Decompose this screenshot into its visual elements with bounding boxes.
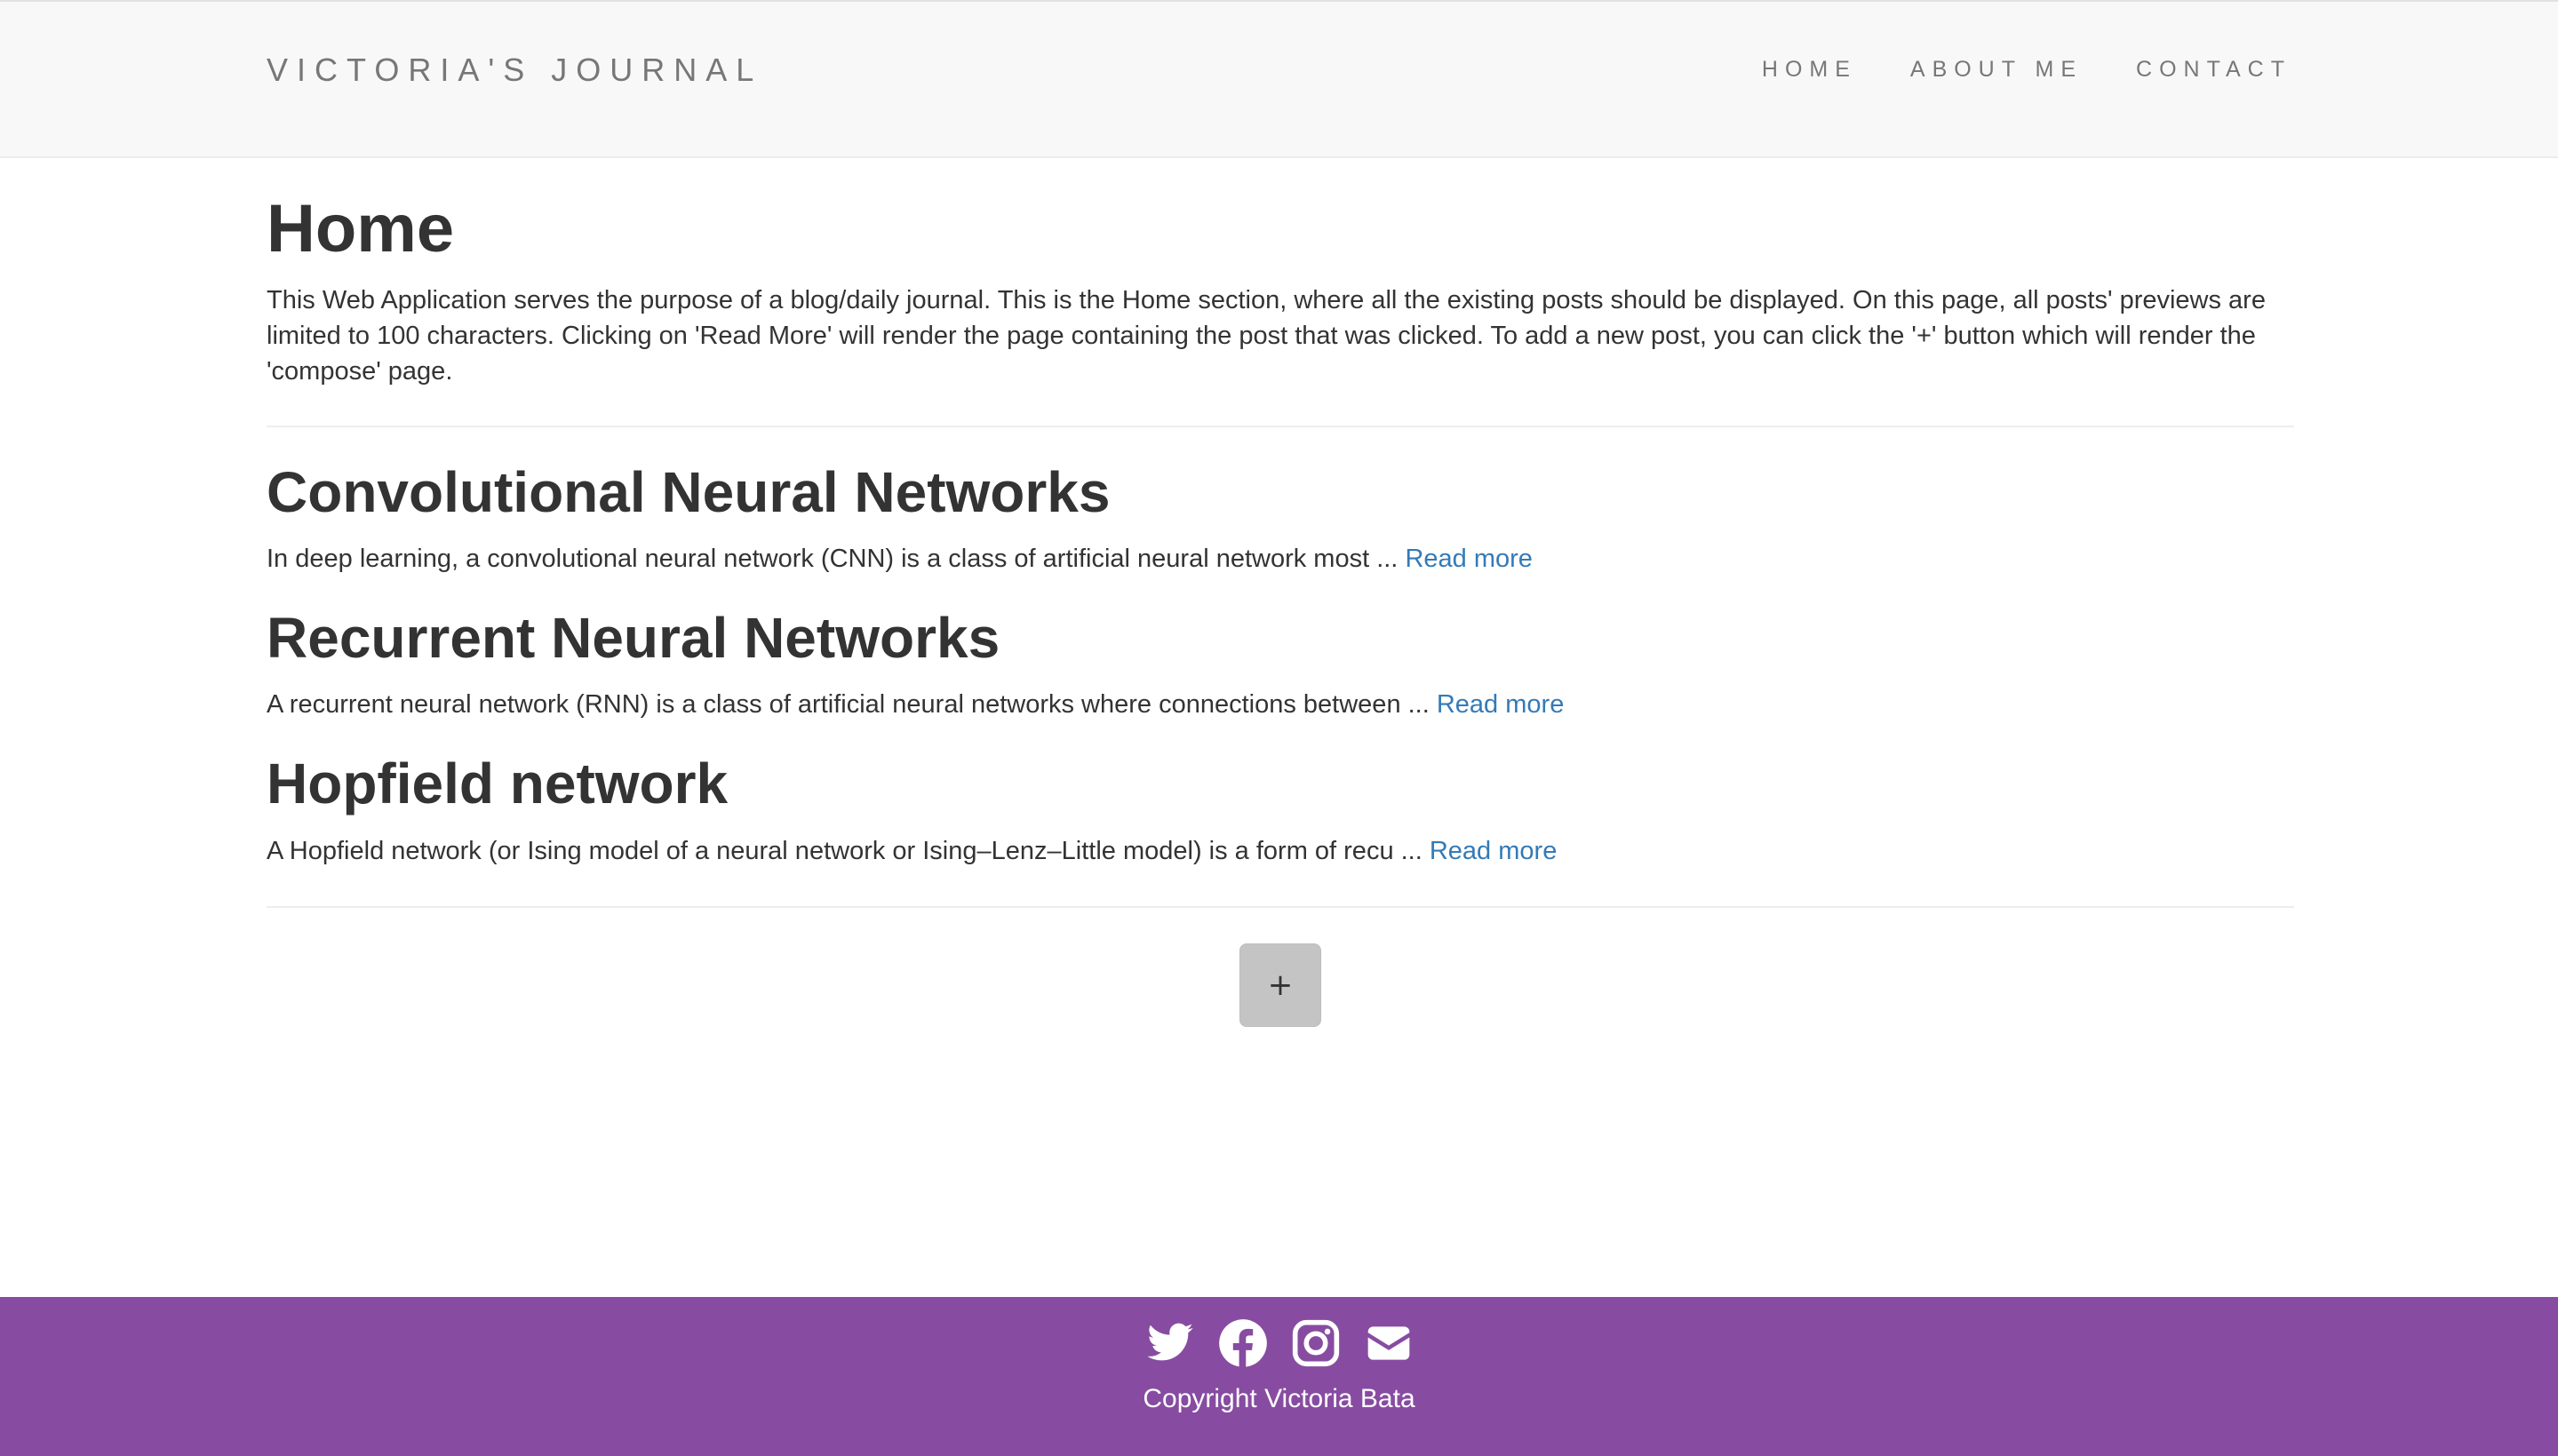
instagram-icon[interactable] [1291, 1318, 1341, 1368]
post-title: Convolutional Neural Networks [267, 459, 1111, 524]
post-preview: A recurrent neural network (RNN) is a cl… [267, 687, 2294, 722]
read-more-link[interactable]: Read more [1430, 837, 1557, 865]
nav-home[interactable]: HOME [1762, 57, 1857, 83]
post-item: Hopfield network A Hopfield network (or … [267, 752, 2294, 868]
nav-links: HOME ABOUT ME CONTACT [1762, 57, 2291, 83]
intro-text: This Web Application serves the purpose … [267, 285, 2266, 386]
main-content: Home This Web Application serves the pur… [267, 158, 2294, 1027]
post-item: Recurrent Neural Networks A recurrent ne… [267, 607, 2294, 722]
post-title: Hopfield network [267, 752, 729, 816]
nav-contact[interactable]: CONTACT [2136, 57, 2291, 83]
navbar: VICTORIA'S JOURNAL HOME ABOUT ME CONTACT [0, 0, 2558, 158]
post-preview: A Hopfield network (or Ising model of a … [267, 833, 2294, 869]
post-item: Convolutional Neural Networks In deep le… [267, 459, 2294, 577]
facebook-icon[interactable] [1218, 1318, 1268, 1368]
envelope-icon[interactable] [1364, 1318, 1414, 1368]
add-post-button[interactable]: + [1239, 943, 1321, 1027]
post-preview-text: A recurrent neural network (RNN) is a cl… [267, 690, 1437, 720]
post-preview: In deep learning, a convolutional neural… [267, 541, 2294, 577]
read-more-link[interactable]: Read more [1437, 690, 1564, 719]
post-title: Recurrent Neural Networks [267, 605, 1000, 670]
divider [267, 425, 2294, 427]
add-post-wrapper: + [267, 943, 2294, 1027]
nav-about-me[interactable]: ABOUT ME [1910, 57, 2083, 83]
twitter-icon[interactable] [1145, 1318, 1195, 1368]
read-more-link[interactable]: Read more [1405, 545, 1532, 573]
divider [267, 905, 2294, 908]
page-title: Home [267, 191, 455, 267]
brand-link[interactable]: VICTORIA'S JOURNAL [267, 52, 762, 89]
post-preview-text: A Hopfield network (or Ising model of a … [267, 836, 1430, 865]
post-preview-text: In deep learning, a convolutional neural… [267, 544, 1406, 573]
footer: Copyright Victoria Bata [0, 1297, 2558, 1456]
copyright-text: Copyright Victoria Bata [1143, 1384, 1415, 1413]
social-icons [0, 1297, 2558, 1368]
